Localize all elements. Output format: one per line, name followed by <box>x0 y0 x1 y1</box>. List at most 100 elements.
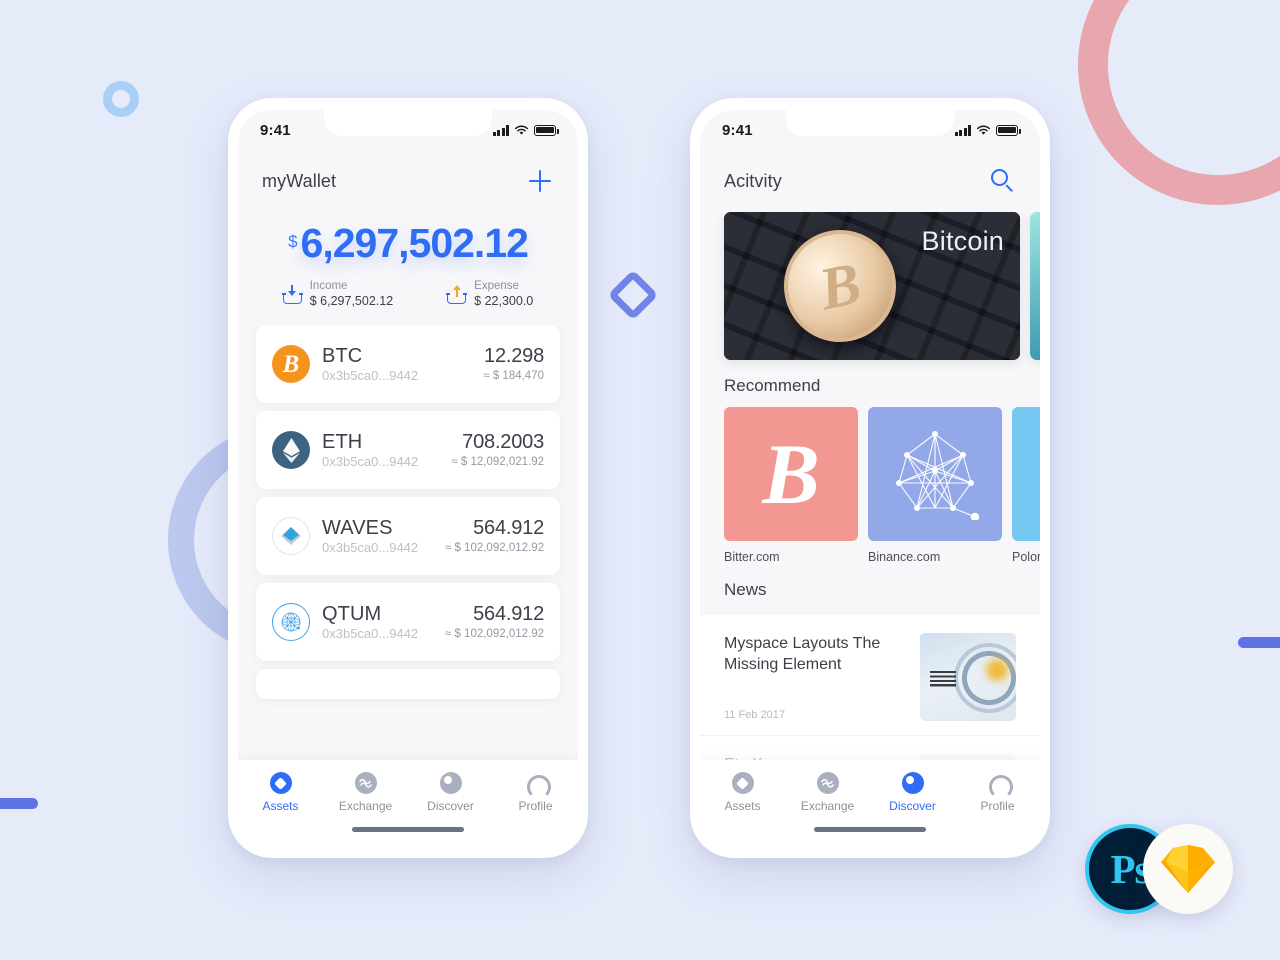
status-bar: 9:41 <box>700 110 1040 150</box>
asset-symbol: BTC <box>322 345 363 367</box>
carousel-item[interactable] <box>1030 212 1040 360</box>
tray-upload-icon <box>446 284 467 304</box>
battery-icon <box>534 124 559 136</box>
table-row[interactable]: ETH 0x3b5ca0...9442 708.2003 ≈ $ 12,092,… <box>256 411 560 489</box>
asset-fiat-value: ≈ $ 184,470 <box>483 370 544 382</box>
status-time: 9:41 <box>722 121 753 139</box>
decorative-ring-pink <box>1078 0 1280 205</box>
carousel-item[interactable]: B Bitcoin <box>724 212 1020 360</box>
decorative-diamond-icon <box>607 269 659 321</box>
sketch-badge-icon <box>1143 824 1233 914</box>
status-bar: 9:41 <box>238 110 578 150</box>
list-item[interactable]: Myspace Layouts The Missing Element 11 F… <box>700 615 1040 736</box>
tab-exchange[interactable]: Exchange <box>330 772 402 813</box>
bitcoin-icon: B <box>272 345 310 383</box>
tab-assets[interactable]: Assets <box>707 772 779 813</box>
asset-address: 0x3b5ca0...9442 <box>322 626 419 641</box>
ethereum-icon <box>272 431 310 469</box>
asset-address: 0x3b5ca0...9442 <box>322 454 419 469</box>
asset-fiat-value: ≈ $ 102,092,012.92 <box>444 542 544 554</box>
tab-exchange[interactable]: Exchange <box>792 772 864 813</box>
bitcoin-b-icon: B <box>724 407 858 541</box>
tab-profile[interactable]: Profile <box>500 772 572 813</box>
discover-content: B Bitcoin Recommend B Bitter.com Binance… <box>700 212 1040 760</box>
assets-icon <box>269 772 292 794</box>
profile-icon <box>987 772 1013 799</box>
search-button[interactable] <box>990 168 1016 194</box>
income-value: $ 6,297,502.12 <box>309 294 394 308</box>
tab-label: Assets <box>724 799 761 813</box>
status-icons <box>492 124 559 136</box>
recommend-list[interactable]: B Bitter.com Binance.com Polo <box>700 407 1040 564</box>
tab-bar-discover: Assets Exchange Discover Profile <box>700 760 1040 846</box>
income-label: Income <box>309 280 348 292</box>
profile-icon <box>525 772 551 799</box>
recommend-label: Bitter.com <box>724 550 780 564</box>
news-list[interactable]: Myspace Layouts The Missing Element 11 F… <box>700 615 1040 760</box>
asset-address: 0x3b5ca0...9442 <box>322 540 419 555</box>
exchange-icon <box>816 772 839 794</box>
poloniex-icon <box>1012 407 1040 541</box>
decorative-bar-right <box>1238 637 1280 648</box>
tab-bar-assets: Assets Exchange Discover Profile <box>238 760 578 846</box>
tab-discover[interactable]: Discover <box>415 772 487 813</box>
add-wallet-button[interactable] <box>526 167 554 195</box>
asset-quantity: 564.912 <box>473 517 544 539</box>
exchange-icon <box>354 772 377 794</box>
tab-label: Exchange <box>800 799 855 813</box>
table-row[interactable]: B BTC 0x3b5ca0...9442 12.298 ≈ $ 184,470 <box>256 325 560 403</box>
tab-label: Exchange <box>338 799 393 813</box>
table-row-partial[interactable] <box>256 669 560 699</box>
tab-assets[interactable]: Assets <box>245 772 317 813</box>
list-item[interactable]: Polone <box>1012 407 1040 564</box>
tab-label: Assets <box>262 799 299 813</box>
asset-fiat-value: ≈ $ 12,092,021.92 <box>451 456 544 468</box>
status-time: 9:41 <box>260 121 291 139</box>
page-title: Acitvity <box>724 170 782 191</box>
app-header-discover: Acitvity <box>700 150 1040 212</box>
search-icon <box>991 169 1008 186</box>
list-item[interactable]: B Bitter.com <box>724 407 858 564</box>
activity-carousel[interactable]: B Bitcoin <box>700 212 1040 360</box>
news-thumbnail <box>920 633 1016 721</box>
balance-row: $ 6,297,502.12 <box>238 220 578 267</box>
discover-icon <box>901 772 924 794</box>
news-date: 11 Feb 2017 <box>724 709 785 721</box>
expense-value: $ 22,300.0 <box>474 294 534 308</box>
balance-block: $ 6,297,502.12 Income $ 6,297,502.12 Exp… <box>238 212 578 325</box>
screen-assets: 9:41 myWallet $ 6,297,502.12 Income $ 6,… <box>238 110 578 846</box>
expense-summary: Expense $ 22,300.0 <box>446 279 534 309</box>
balance-amount: 6,297,502.12 <box>300 220 529 266</box>
asset-list[interactable]: B BTC 0x3b5ca0...9442 12.298 ≈ $ 184,470 <box>238 325 578 760</box>
table-row[interactable]: QTUM 0x3b5ca0...9442 564.912 ≈ $ 102,092… <box>256 583 560 661</box>
asset-quantity: 564.912 <box>473 603 544 625</box>
asset-quantity: 708.2003 <box>462 431 544 453</box>
news-title: Myspace Layouts The Missing Element <box>724 635 881 673</box>
recommend-section-title: Recommend <box>724 376 821 395</box>
asset-fiat-value: ≈ $ 102,092,012.92 <box>444 628 544 640</box>
wifi-icon <box>977 125 990 135</box>
recommend-label: Binance.com <box>868 550 941 564</box>
table-row[interactable]: WAVES 0x3b5ca0...9442 564.912 ≈ $ 102,09… <box>256 497 560 575</box>
qtum-icon <box>272 603 310 641</box>
list-item[interactable]: Binance.com <box>868 407 1002 564</box>
decorative-circle-blue <box>103 81 139 117</box>
list-item[interactable]: Eta Keys <box>700 736 1040 760</box>
page-title: myWallet <box>262 170 337 191</box>
asset-symbol: QTUM <box>322 603 382 625</box>
expense-label: Expense <box>474 280 519 292</box>
home-indicator <box>352 827 464 832</box>
battery-icon <box>996 124 1021 136</box>
tab-label: Discover <box>427 799 474 813</box>
polygon-network-icon <box>868 407 1002 541</box>
cellular-signal-icon <box>954 124 971 136</box>
phone-mockup-assets: 9:41 myWallet $ 6,297,502.12 Income $ 6,… <box>228 98 588 858</box>
tab-discover[interactable]: Discover <box>877 772 949 813</box>
asset-symbol: WAVES <box>322 517 393 539</box>
waves-icon <box>272 517 310 555</box>
assets-icon <box>731 772 754 794</box>
news-section-title: News <box>724 580 767 599</box>
tab-profile[interactable]: Profile <box>962 772 1034 813</box>
decorative-bar-left <box>0 798 38 809</box>
status-icons <box>954 124 1021 136</box>
